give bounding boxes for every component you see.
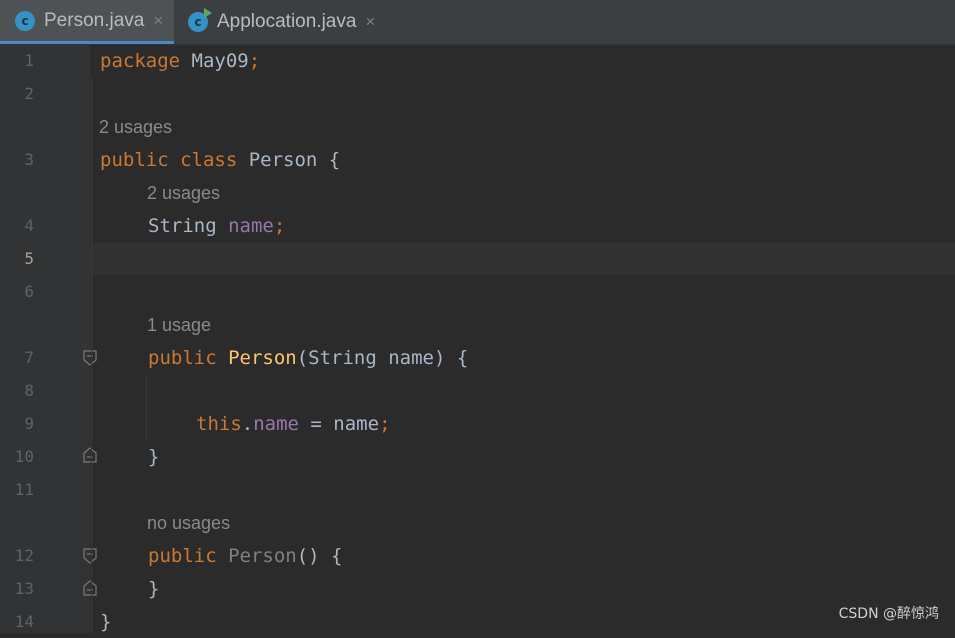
usages-hint[interactable]: 2 usages: [147, 177, 220, 209]
line-number: 8: [24, 381, 34, 400]
tab-person-java[interactable]: c Person.java ×: [0, 0, 174, 44]
line-number: 1: [24, 51, 34, 70]
line-number: 4: [24, 216, 34, 235]
tab-label: Applocation.java: [217, 11, 357, 32]
code-line-4[interactable]: String name;: [148, 210, 285, 242]
line-number: 10: [14, 447, 34, 466]
line-number: 7: [24, 348, 34, 367]
watermark: CSDN @醉惊鸿: [838, 606, 939, 622]
run-badge-icon: [204, 8, 212, 18]
tab-label: Person.java: [44, 9, 145, 31]
line-number: 14: [14, 612, 34, 631]
code-line-3[interactable]: public class Person {: [100, 144, 340, 176]
line-number: 9: [24, 414, 34, 433]
code-line-12[interactable]: public Person() {: [148, 540, 342, 572]
line-number: 6: [24, 282, 34, 301]
close-icon[interactable]: ×: [365, 12, 375, 32]
close-icon[interactable]: ×: [153, 11, 163, 31]
java-class-icon: c: [15, 10, 35, 31]
editor-tab-bar: c Person.java × c Applocation.java ×: [0, 0, 955, 45]
usages-hint[interactable]: no usages: [147, 507, 230, 539]
code-line-10[interactable]: }: [148, 441, 159, 473]
code-line-14[interactable]: }: [100, 606, 111, 638]
code-line-7[interactable]: public Person(String name) {: [148, 342, 468, 374]
editor-gutter[interactable]: 1 2 3 4 5 6 7 8 9 10 11 12 13 14: [0, 45, 90, 633]
line-number: 12: [14, 546, 34, 565]
code-line-9[interactable]: this.name = name;: [196, 408, 391, 440]
line-number: 13: [14, 579, 34, 598]
line-number: 2: [24, 84, 34, 103]
tab-applocation-java[interactable]: c Applocation.java ×: [174, 0, 394, 44]
line-number: 3: [24, 150, 34, 169]
code-line-13[interactable]: }: [148, 573, 159, 605]
code-line-1[interactable]: package May09;: [100, 45, 260, 77]
usages-hint[interactable]: 2 usages: [99, 111, 172, 143]
line-number-current: 5: [24, 249, 34, 268]
line-number: 11: [14, 480, 34, 499]
java-runnable-class-icon: c: [188, 8, 212, 32]
usages-hint[interactable]: 1 usage: [147, 309, 211, 341]
